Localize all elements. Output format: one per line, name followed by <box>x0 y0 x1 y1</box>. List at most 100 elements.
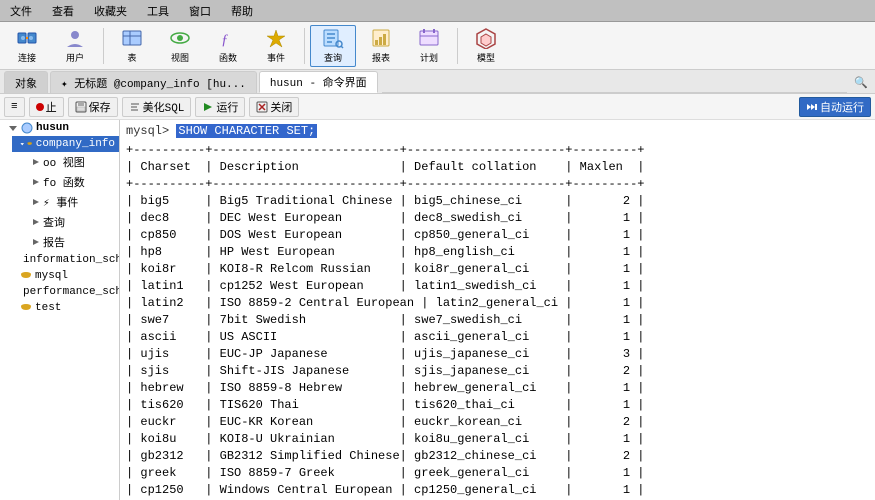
btn-menu-toggle[interactable]: ≡ <box>4 97 25 117</box>
btn-event-label: 事件 <box>267 51 285 64</box>
menu-help[interactable]: 帮助 <box>227 1 257 21</box>
db-icon <box>27 138 32 150</box>
beautify-label: 美化SQL <box>143 99 185 115</box>
btn-func[interactable]: ƒ 函数 <box>205 25 251 67</box>
save-icon <box>75 101 87 113</box>
toolbar-sep-2 <box>304 28 305 64</box>
mysql-prompt-text: mysql> <box>126 124 176 138</box>
btn-clear[interactable]: 关闭 <box>249 97 299 117</box>
sidebar-db-test-label: test <box>35 302 61 314</box>
sidebar-root[interactable]: husun <box>0 120 119 136</box>
run-label: 运行 <box>216 99 238 115</box>
sidebar-queries-label: 查询 <box>43 214 65 230</box>
btn-connect-label: 连接 <box>18 51 36 64</box>
sidebar-queries[interactable]: 查询 <box>24 212 119 232</box>
arrow-down-icon-2 <box>20 139 24 149</box>
toolbar-sep-1 <box>103 28 104 64</box>
menu-favorites[interactable]: 收藏夹 <box>90 1 131 21</box>
menu-view[interactable]: 查看 <box>48 1 78 21</box>
toolbar: 连接 用户 表 视图 <box>0 22 875 70</box>
tab-console[interactable]: husun - 命令界面 <box>259 71 378 93</box>
btn-report-label: 报表 <box>372 51 390 64</box>
arrow-down-icon <box>8 123 18 133</box>
btn-stop[interactable]: 止 <box>29 97 64 117</box>
btn-user[interactable]: 用户 <box>52 25 98 67</box>
sidebar-db-perf-schema[interactable]: performance_schema <box>12 284 119 300</box>
btn-func-label: 函数 <box>219 51 237 64</box>
sidebar: husun company_info oo 视图 fo 函数 <box>0 120 120 500</box>
arrow-right-icon-3 <box>32 198 40 206</box>
main-layout: husun company_info oo 视图 fo 函数 <box>0 120 875 500</box>
menu-bar[interactable]: 文件 查看 收藏夹 工具 窗口 帮助 <box>6 1 257 21</box>
db-icon-5 <box>20 302 32 314</box>
btn-table-label: 表 <box>127 51 136 64</box>
svg-text:ƒ: ƒ <box>221 32 229 48</box>
stop-icon <box>36 103 44 111</box>
run-icon <box>202 101 214 113</box>
sidebar-db-mysql[interactable]: mysql <box>12 268 119 284</box>
connect-icon <box>16 27 38 49</box>
sidebar-db-info-schema-label: information_schema <box>23 254 120 266</box>
btn-connect[interactable]: 连接 <box>4 25 50 67</box>
db-icon-3 <box>20 270 32 282</box>
report-icon <box>370 27 392 49</box>
sidebar-functions[interactable]: fo 函数 <box>24 172 119 192</box>
sidebar-reports-label: 报告 <box>43 234 65 250</box>
menu-window[interactable]: 窗口 <box>185 1 215 21</box>
menu-file[interactable]: 文件 <box>6 1 36 21</box>
content-area[interactable]: mysql> SHOW CHARACTER SET; +----------+-… <box>120 120 875 500</box>
tab-query[interactable]: ✦ 无标题 @company_info [hu... <box>50 71 257 93</box>
btn-user-label: 用户 <box>66 51 84 64</box>
btn-save[interactable]: 保存 <box>68 97 118 117</box>
sidebar-events-label: ⚡ 事件 <box>43 194 78 210</box>
sidebar-views[interactable]: oo 视图 <box>24 152 119 172</box>
tab-console-label: husun - 命令界面 <box>270 74 367 90</box>
arrow-right-icon <box>32 158 40 166</box>
btn-report[interactable]: 报表 <box>358 25 404 67</box>
autorun-label: 自动运行 <box>820 99 864 115</box>
btn-model-label: 模型 <box>477 51 495 64</box>
sidebar-db-mysql-label: mysql <box>35 270 68 282</box>
model-icon <box>475 27 497 49</box>
query-icon <box>322 27 344 49</box>
btn-plan[interactable]: 计划 <box>406 25 452 67</box>
user-icon <box>64 27 86 49</box>
btn-plan-label: 计划 <box>420 51 438 64</box>
sidebar-db-test[interactable]: test <box>12 300 119 316</box>
sidebar-db-perf-schema-label: performance_schema <box>23 286 120 298</box>
tab-object[interactable]: 对象 <box>4 71 48 93</box>
sidebar-events[interactable]: ⚡ 事件 <box>24 192 119 212</box>
autorun-icon <box>806 101 818 113</box>
clear-icon <box>256 101 268 113</box>
stop-label: 止 <box>46 99 57 115</box>
btn-run[interactable]: 运行 <box>195 97 245 117</box>
sidebar-reports[interactable]: 报告 <box>24 232 119 252</box>
mysql-command: SHOW CHARACTER SET; <box>176 124 317 138</box>
btn-table[interactable]: 表 <box>109 25 155 67</box>
sidebar-db-info-schema[interactable]: information_schema <box>12 252 119 268</box>
tab-search[interactable]: 🔍 <box>847 73 875 93</box>
btn-beautify[interactable]: 美化SQL <box>122 97 192 117</box>
btn-autorun[interactable]: 自动运行 <box>799 97 871 117</box>
btn-view-label: 视图 <box>171 51 189 64</box>
btn-query[interactable]: 查询 <box>310 25 356 67</box>
func-icon: ƒ <box>217 27 239 49</box>
toolbar-sep-3 <box>457 28 458 64</box>
btn-view[interactable]: 视图 <box>157 25 203 67</box>
title-bar: 文件 查看 收藏夹 工具 窗口 帮助 <box>0 0 875 22</box>
mysql-prompt-line: mysql> SHOW CHARACTER SET; <box>126 124 869 138</box>
beautify-icon <box>129 101 141 113</box>
sidebar-db-company[interactable]: company_info <box>12 136 119 152</box>
arrow-right-icon-2 <box>32 178 40 186</box>
plan-icon <box>418 27 440 49</box>
sidebar-views-label: oo 视图 <box>43 154 85 170</box>
connection-icon <box>21 122 33 134</box>
btn-event[interactable]: 事件 <box>253 25 299 67</box>
arrow-right-icon-5 <box>32 238 40 246</box>
btn-query-label: 查询 <box>324 51 342 64</box>
sidebar-root-label: husun <box>36 122 69 134</box>
menu-tools[interactable]: 工具 <box>143 1 173 21</box>
table-icon <box>121 27 143 49</box>
btn-model[interactable]: 模型 <box>463 25 509 67</box>
arrow-right-icon-4 <box>32 218 40 226</box>
